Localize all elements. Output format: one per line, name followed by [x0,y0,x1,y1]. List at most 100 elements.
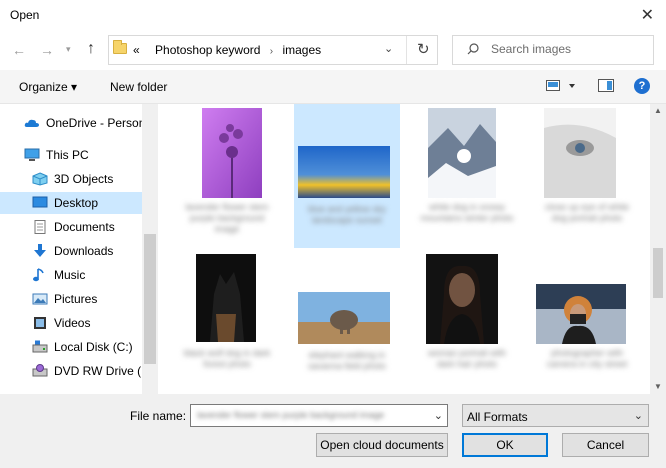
refresh-icon[interactable]: ↻ [417,40,430,58]
navigation-pane: OneDrive - Person This PC 3D Objects Des… [0,104,158,394]
sidebar-item-label: DVD RW Drive (E [54,364,150,378]
scrollbar-thumb[interactable] [144,234,156,364]
file-name-label: File name: [130,409,187,423]
new-folder-button[interactable]: New folder [110,80,167,94]
sidebar-item-downloads[interactable]: Downloads [0,240,142,262]
breadcrumb-item[interactable]: images [282,43,321,57]
organize-menu-button[interactable]: Organize ▾ [19,80,77,94]
search-icon [467,43,479,55]
sidebar-item-label: This PC [46,148,89,162]
file-list: lavender flower stem purple background i… [158,104,650,394]
file-item[interactable]: photographer with camera in city street [534,250,640,394]
breadcrumb-separator-icon[interactable]: › [270,46,273,57]
forward-arrow-icon[interactable]: → [40,42,54,58]
file-name-label: blue and yellow sky landscape sunset [307,204,387,225]
open-cloud-documents-button[interactable]: Open cloud documents [316,433,448,457]
file-item[interactable]: woman portrait with dark hair photo [414,250,520,394]
file-thumbnail [298,292,390,344]
ok-button[interactable]: OK [462,433,548,457]
sidebar-item-local-disk[interactable]: Local Disk (C:) [0,336,142,358]
file-type-value: All Formats [467,410,528,424]
file-type-select[interactable]: All Formats ⌄ [462,404,649,427]
sidebar-item-label: Pictures [54,292,98,306]
sidebar-item-desktop[interactable]: Desktop [0,192,142,214]
navigation-bar: ← → ▾ ↑ « Photoshop keyword › images ⌄ ↻ [0,30,666,70]
sidebar-item-label: OneDrive - Person [46,116,146,130]
sidebar-item-label: Desktop [54,196,99,210]
dialog-footer: File name: lavender flower stem purple b… [0,394,666,468]
file-item[interactable]: white dog in snowy mountains winter phot… [414,104,520,238]
sidebar-item-label: 3D Objects [54,172,114,186]
file-name-label: close up eye of white dog portrait photo [544,202,630,223]
sidebar-item-pictures[interactable]: Pictures [0,288,142,310]
address-bar[interactable]: « Photoshop keyword › images ⌄ ↻ [108,35,438,65]
file-name-combobox[interactable]: lavender flower stem purple background i… [190,404,448,427]
sidebar-item-label: Downloads [54,244,114,258]
file-thumbnail [426,254,498,344]
file-name-label: lavender flower stem purple background i… [185,202,269,234]
chevron-down-icon[interactable]: ⌄ [634,409,643,422]
scroll-down-icon[interactable]: ▼ [654,382,662,391]
disk-icon [32,340,48,353]
sidebar-item-this-pc[interactable]: This PC [0,144,142,166]
file-item[interactable]: black wolf dog in dark forest photo [174,250,280,394]
file-thumbnail [196,254,256,342]
breadcrumb-item[interactable]: Photoshop keyword [155,43,260,57]
view-options-button[interactable] [546,80,576,95]
scrollbar-thumb[interactable] [653,248,663,298]
music-icon [33,268,44,282]
file-item-selected[interactable]: blue and yellow sky landscape sunset [294,104,400,248]
sidebar-item-label: Music [54,268,86,282]
document-icon [34,220,46,234]
sidebar-item-label: Documents [54,220,115,234]
file-name-label: white dog in snowy mountains winter phot… [420,202,514,223]
scroll-up-icon[interactable]: ▲ [654,106,662,115]
file-item[interactable]: close up eye of white dog portrait photo [534,104,640,238]
file-name-value[interactable]: lavender flower stem purple background i… [197,410,384,420]
sidebar-item-videos[interactable]: Videos [0,312,142,334]
sidebar-item-music[interactable]: Music [0,264,142,286]
search-box[interactable] [452,35,654,65]
search-input[interactable] [491,42,641,56]
cancel-button[interactable]: Cancel [562,433,649,457]
up-arrow-icon[interactable]: ↑ [87,40,95,58]
sidebar-item-onedrive[interactable]: OneDrive - Person [0,112,146,134]
help-icon[interactable]: ? [634,78,650,94]
video-icon [34,317,46,329]
file-item[interactable]: elephant walking in savanna field photo [294,250,400,394]
sidebar-item-label: Local Disk (C:) [54,340,133,354]
sidebar-item-3d-objects[interactable]: 3D Objects [0,168,142,190]
recent-locations-chevron-icon[interactable]: ▾ [66,44,71,55]
file-thumbnail [202,108,262,198]
folder-icon [113,40,127,54]
file-name-label: photographer with camera in city street [546,348,628,369]
pictures-icon [32,293,48,305]
close-icon[interactable]: ✕ [641,5,654,25]
address-divider [406,36,407,64]
file-name-label: elephant walking in savanna field photo [307,350,387,371]
title-bar: Open ✕ [0,0,666,30]
download-icon [34,244,46,257]
breadcrumb: « Photoshop keyword › images [133,43,321,57]
file-thumbnail [544,108,616,198]
navigation-scrollbar[interactable] [142,104,158,394]
window-title: Open [10,8,40,22]
chevron-down-icon[interactable]: ⌄ [434,409,443,422]
file-name-label: black wolf dog in dark forest photo [183,348,271,369]
sidebar-item-dvd-drive[interactable]: DVD RW Drive (E [0,360,149,382]
preview-pane-icon[interactable] [598,79,614,92]
cube-icon [32,172,48,186]
file-item[interactable]: lavender flower stem purple background i… [174,104,280,238]
back-arrow-icon[interactable]: ← [12,42,26,58]
file-thumbnail [428,108,496,198]
file-thumbnail [536,284,626,344]
sidebar-item-label: Videos [54,316,91,330]
sidebar-item-documents[interactable]: Documents [0,216,142,238]
dvd-icon [32,364,48,377]
address-history-chevron-icon[interactable]: ⌄ [384,42,393,55]
desktop-icon [32,196,48,208]
computer-icon [24,148,40,161]
file-name-label: woman portrait with dark hair photo [427,348,507,369]
file-list-scrollbar[interactable]: ▲ ▼ [650,104,666,394]
breadcrumb-overflow[interactable]: « [133,43,140,57]
